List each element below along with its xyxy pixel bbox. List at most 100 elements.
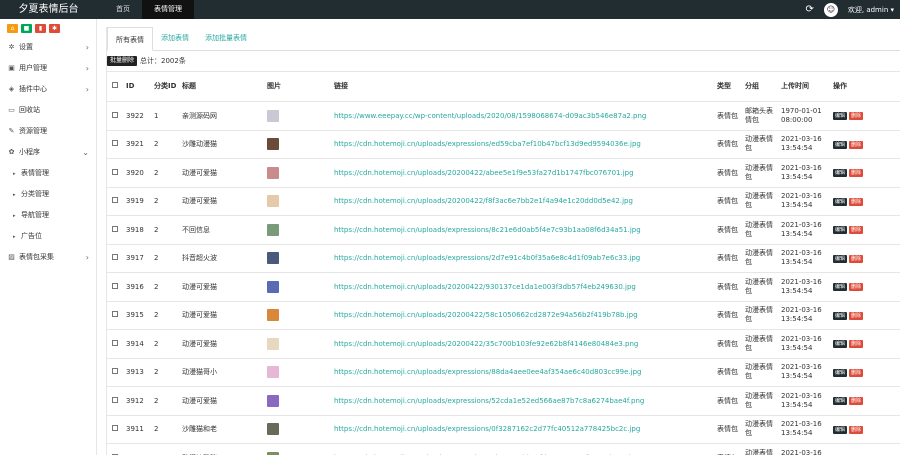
edit-button[interactable]: 编辑	[833, 169, 848, 178]
edit-button[interactable]: 编辑	[833, 112, 848, 121]
cell-link[interactable]: https://cdn.hotemoji.cn/uploads/expressi…	[332, 243, 715, 273]
tab-add-batch-emoji[interactable]: 添加批量表情	[197, 26, 255, 50]
emoji-thumbnail[interactable]	[267, 337, 279, 350]
user-menu[interactable]: 欢迎, admin ▾	[848, 5, 894, 15]
sidebar-item-2[interactable]: ◈ 插件中心 ›	[0, 79, 96, 100]
row-checkbox[interactable]	[112, 368, 118, 375]
emoji-thumbnail[interactable]	[267, 394, 279, 407]
row-checkbox[interactable]	[112, 339, 118, 346]
batch-delete-button[interactable]: 批量删除	[107, 56, 138, 66]
emoji-thumbnail[interactable]	[267, 138, 279, 151]
delete-button[interactable]: 删除	[849, 254, 864, 263]
trash-icon[interactable]: ▮	[35, 23, 46, 33]
edit-button[interactable]: 编辑	[833, 226, 848, 235]
emoji-thumbnail[interactable]	[267, 223, 279, 236]
sidebar-item-1[interactable]: ▣ 用户管理 ›	[0, 58, 96, 79]
cell-id: 3920	[124, 158, 152, 187]
sidebar-item-4[interactable]: ✎ 资源管理	[0, 121, 96, 142]
sidebar-item-5[interactable]: ✿ 小程序 ⌄	[0, 142, 96, 163]
edit-button[interactable]: 编辑	[833, 283, 848, 292]
col-id[interactable]: ID	[124, 71, 152, 102]
sidebar-item-3[interactable]: ▭ 回收站	[0, 100, 96, 121]
cell-link[interactable]: https://cdn.hotemoji.cn/uploads/expressi…	[332, 215, 715, 244]
delete-button[interactable]: 删除	[849, 197, 864, 206]
emoji-thumbnail[interactable]	[267, 195, 279, 208]
cell-type: 表情包	[715, 357, 743, 387]
row-checkbox[interactable]	[112, 225, 118, 232]
row-checkbox[interactable]	[112, 254, 118, 261]
brand-logo[interactable]: 夕夏表情后台	[0, 0, 97, 19]
row-checkbox[interactable]	[112, 111, 118, 118]
col-link[interactable]: 链接	[332, 71, 715, 102]
emoji-thumbnail[interactable]	[267, 309, 279, 322]
delete-button[interactable]: 删除	[849, 368, 864, 377]
edit-button[interactable]: 编辑	[833, 140, 848, 149]
cell-link[interactable]: https://cdn.hotemoji.cn/uploads/20200422…	[332, 158, 715, 187]
row-checkbox[interactable]	[112, 168, 118, 175]
nav-emoji-management[interactable]: 表情管理	[142, 0, 194, 19]
sidebar-subitem-3[interactable]: ▸ 广告位	[0, 226, 96, 247]
sidebar-item-0[interactable]: ✲ 设置 ›	[0, 37, 96, 58]
col-category-id[interactable]: 分类ID	[152, 71, 180, 102]
delete-button[interactable]: 删除	[849, 112, 864, 121]
cell-link[interactable]: https://cdn.hotemoji.cn/uploads/20200422…	[332, 272, 715, 301]
cell-link[interactable]: https://cdn.hotemoji.cn/uploads/expressi…	[332, 414, 715, 444]
sidebar-item-emoji-collect[interactable]: ▨ 表情包采集 ›	[0, 247, 96, 268]
emoji-thumbnail[interactable]	[267, 423, 279, 436]
emoji-thumbnail[interactable]	[267, 252, 279, 265]
edit-button[interactable]: 编辑	[833, 197, 848, 206]
cell-link[interactable]: https://cdn.hotemoji.cn/uploads/20200422…	[332, 186, 715, 216]
row-checkbox[interactable]	[112, 311, 118, 318]
edit-button[interactable]: 编辑	[833, 397, 848, 406]
col-type[interactable]: 类型	[715, 71, 743, 102]
tab-all-emojis[interactable]: 所有表情	[107, 27, 153, 51]
col-image[interactable]: 图片	[265, 71, 332, 102]
cell-link[interactable]: https://cdn.hotemoji.cn/uploads/expressi…	[332, 357, 715, 387]
cell-link[interactable]: https://cdn.hotemoji.cn/uploads/expressi…	[332, 443, 715, 455]
user-icon[interactable]: ■	[21, 23, 32, 33]
cell-group: 动漫表情包	[743, 386, 779, 415]
delete-button[interactable]: 删除	[849, 169, 864, 178]
row-checkbox[interactable]	[112, 396, 118, 403]
avatar[interactable]: ☺	[823, 2, 838, 17]
refresh-icon[interactable]: ⟳	[805, 4, 813, 15]
sidebar-subitem-1[interactable]: ▸ 分类管理	[0, 184, 96, 205]
delete-button[interactable]: 删除	[849, 311, 864, 320]
sidebar-subitem-2[interactable]: ▸ 导航管理	[0, 205, 96, 226]
cell-link[interactable]: https://cdn.hotemoji.cn/uploads/20200422…	[332, 300, 715, 330]
row-checkbox[interactable]	[112, 282, 118, 289]
edit-button[interactable]: 编辑	[833, 311, 848, 320]
cell-id: 3917	[124, 243, 152, 273]
delete-button[interactable]: 删除	[849, 425, 864, 434]
delete-button[interactable]: 删除	[849, 340, 864, 349]
nav-home[interactable]: 首页	[104, 0, 142, 19]
cell-link[interactable]: https://cdn.hotemoji.cn/uploads/expressi…	[332, 386, 715, 415]
delete-button[interactable]: 删除	[849, 140, 864, 149]
cell-link[interactable]: https://www.eeepay.cc/wp-content/uploads…	[332, 101, 715, 130]
col-group[interactable]: 分组	[743, 71, 779, 102]
home-icon[interactable]: ⌂	[7, 23, 18, 33]
edit-button[interactable]: 编辑	[833, 425, 848, 434]
cell-link[interactable]: https://cdn.hotemoji.cn/uploads/expressi…	[332, 129, 715, 159]
row-checkbox[interactable]	[112, 140, 118, 147]
emoji-thumbnail[interactable]	[267, 366, 279, 379]
emoji-thumbnail[interactable]	[267, 280, 279, 293]
delete-button[interactable]: 删除	[849, 226, 864, 235]
tab-add-emoji[interactable]: 添加表情	[153, 26, 197, 50]
edit-button[interactable]: 编辑	[833, 340, 848, 349]
sidebar-subitem-0[interactable]: ▸ 表情管理	[0, 163, 96, 184]
cell-link[interactable]: https://cdn.hotemoji.cn/uploads/20200422…	[332, 329, 715, 358]
miniapp-icon: ✿	[8, 148, 15, 156]
emoji-thumbnail[interactable]	[267, 109, 279, 122]
edit-button[interactable]: 编辑	[833, 368, 848, 377]
gear-icon[interactable]: ✱	[49, 23, 60, 33]
delete-button[interactable]: 删除	[849, 283, 864, 292]
row-checkbox[interactable]	[112, 197, 118, 204]
delete-button[interactable]: 删除	[849, 397, 864, 406]
col-upload-time[interactable]: 上传时间	[779, 71, 831, 102]
edit-button[interactable]: 编辑	[833, 254, 848, 263]
row-checkbox[interactable]	[112, 425, 118, 432]
emoji-thumbnail[interactable]	[267, 166, 279, 179]
col-title[interactable]: 标题	[180, 71, 265, 102]
select-all-checkbox[interactable]	[112, 82, 118, 88]
